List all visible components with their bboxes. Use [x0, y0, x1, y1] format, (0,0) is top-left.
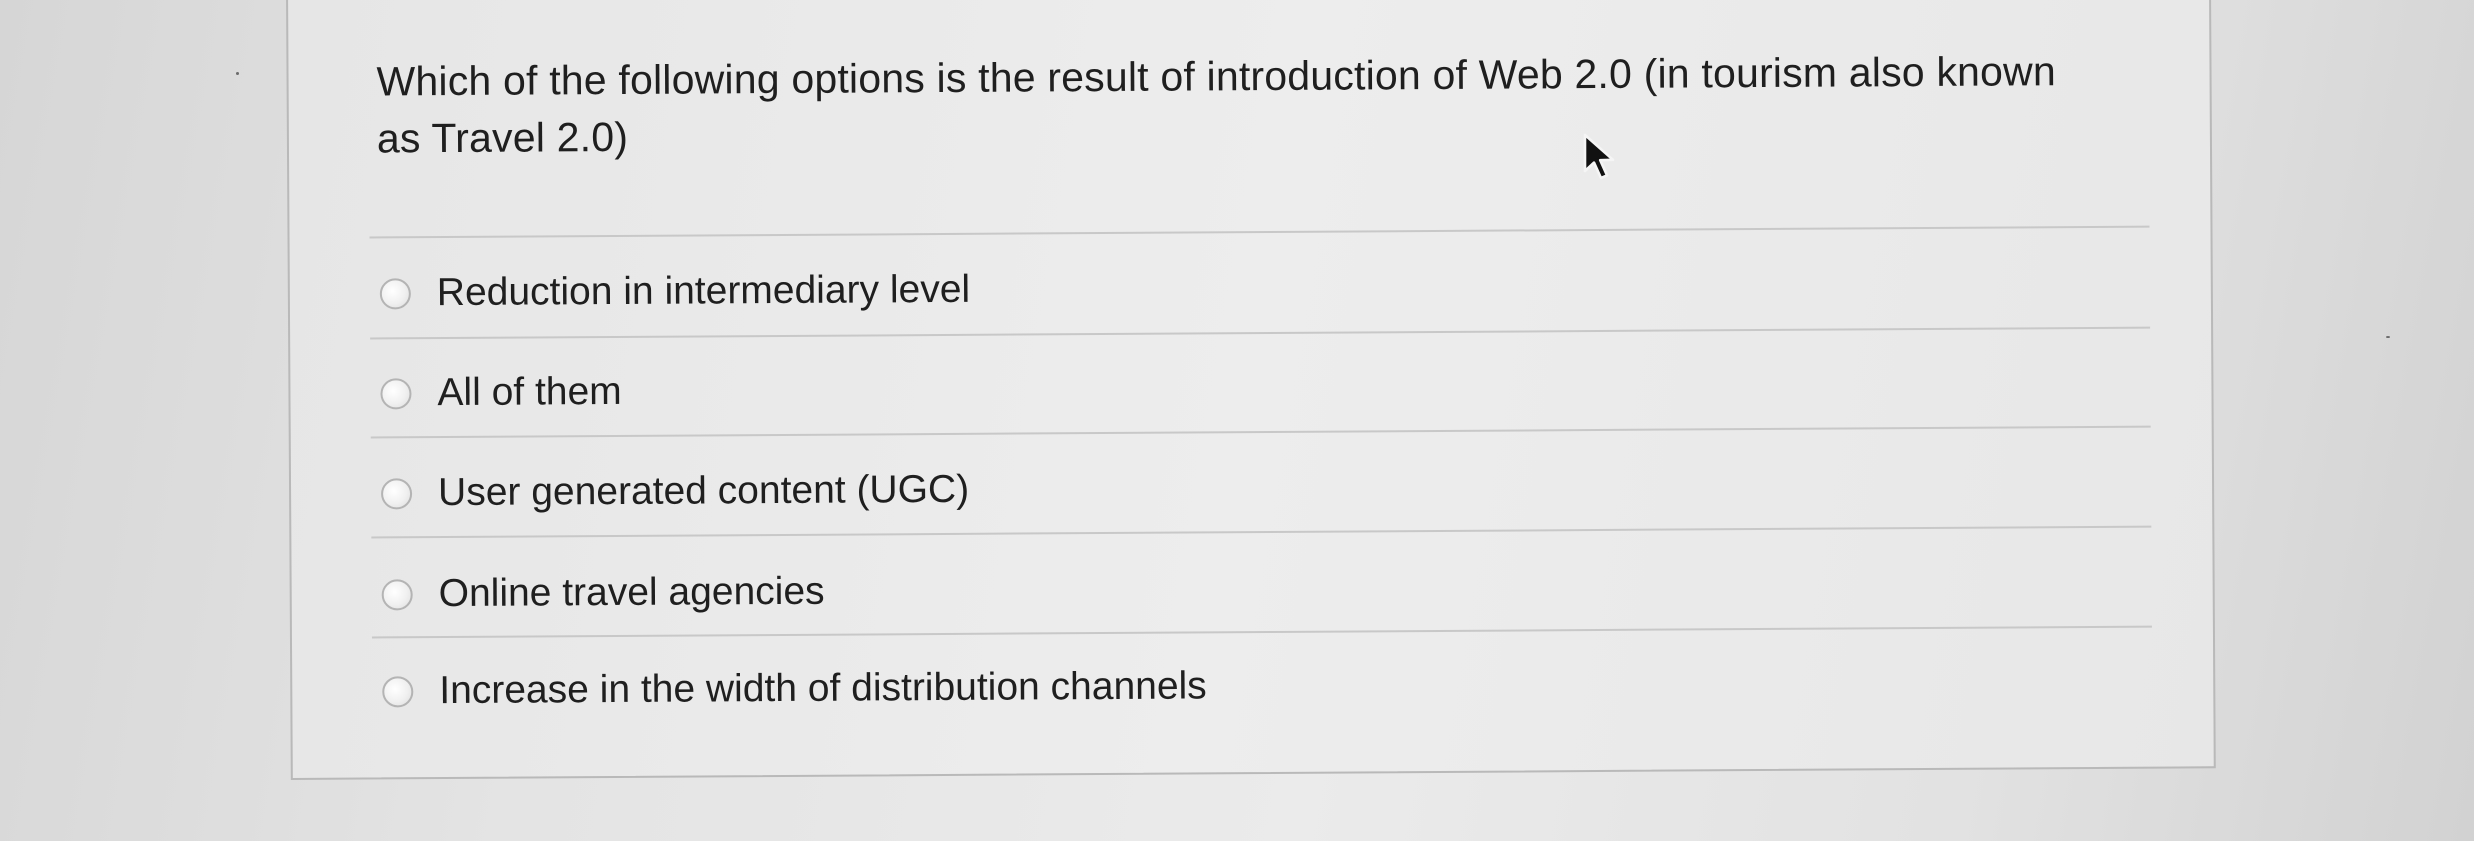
- radio-button[interactable]: [381, 578, 413, 610]
- screen-speck: [2386, 336, 2390, 338]
- option-online-travel-agencies[interactable]: Online travel agencies: [381, 544, 2081, 634]
- radio-button[interactable]: [379, 277, 411, 309]
- screen-speck: [236, 72, 239, 75]
- option-label: All of them: [437, 369, 622, 415]
- option-label: Online travel agencies: [438, 569, 825, 616]
- option-reduction-intermediary[interactable]: Reduction in intermediary level: [379, 243, 2080, 333]
- arrow-pointer-icon: [1583, 133, 1615, 180]
- option-user-generated-content[interactable]: User generated content (UGC): [380, 443, 2081, 533]
- option-label: Reduction in intermediary level: [436, 267, 971, 315]
- question-card: Which of the following options is the re…: [286, 0, 2216, 780]
- radio-button[interactable]: [382, 675, 414, 707]
- radio-button[interactable]: [380, 377, 412, 409]
- option-increase-distribution-width[interactable]: Increase in the width of distribution ch…: [382, 641, 2082, 731]
- option-label: User generated content (UGC): [437, 467, 970, 515]
- option-all-of-them[interactable]: All of them: [380, 343, 2080, 433]
- divider: [369, 225, 2150, 239]
- option-label: Increase in the width of distribution ch…: [439, 664, 1207, 713]
- radio-button[interactable]: [380, 477, 413, 509]
- question-text: Which of the following options is the re…: [376, 48, 2057, 162]
